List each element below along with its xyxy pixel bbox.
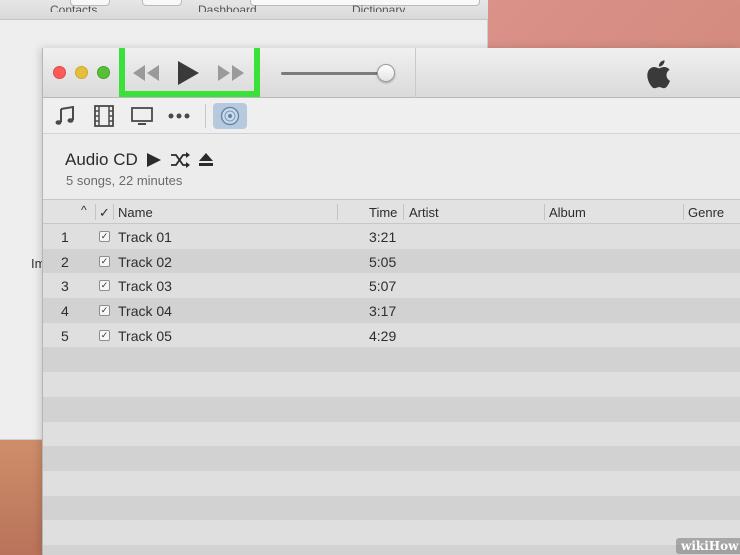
column-divider (544, 204, 545, 220)
watermark-wiki: wiki (681, 539, 709, 553)
shuffle-icon[interactable] (170, 152, 190, 168)
album-summary: 5 songs, 22 minutes (66, 173, 183, 188)
eject-icon[interactable] (198, 152, 214, 168)
column-header-album[interactable]: Album (549, 205, 586, 220)
track-name: Track 05 (118, 327, 172, 344)
cd-icon (220, 106, 240, 126)
play-icon[interactable] (146, 152, 162, 168)
minimize-button[interactable] (75, 66, 88, 79)
column-header-check[interactable]: ✓ (99, 205, 110, 221)
track-number: 4 (61, 303, 69, 320)
table-row[interactable]: 3 ✓ Track 03 5:07 (43, 273, 740, 299)
media-bar-separator (205, 104, 206, 128)
album-header: Audio CD 5 songs, 22 minutes (43, 135, 740, 199)
track-time: 4:29 (369, 327, 397, 344)
track-time: 3:17 (369, 303, 397, 320)
empty-row (43, 347, 740, 373)
track-name: Track 04 (118, 303, 172, 320)
track-time: 5:05 (369, 253, 397, 270)
music-note-icon (55, 105, 74, 125)
track-number: 1 (61, 229, 69, 245)
wikihow-watermark: wikiHow (676, 538, 740, 554)
empty-row (43, 421, 740, 447)
more-icon (168, 113, 190, 119)
background-tab-dictionary[interactable]: Dictionary (352, 4, 405, 12)
track-time: 5:07 (369, 278, 397, 295)
column-divider (403, 204, 404, 220)
empty-row (43, 396, 740, 422)
empty-row (43, 446, 740, 471)
header-title-row: Audio CD (65, 150, 214, 170)
zoom-button[interactable] (97, 66, 110, 79)
empty-row (43, 495, 740, 521)
music-button[interactable] (52, 105, 78, 127)
background-tab-dashboard[interactable]: Dashboard (198, 4, 257, 12)
fast-forward-icon (218, 65, 244, 81)
track-number: 3 (61, 278, 69, 295)
track-checkbox[interactable]: ✓ (99, 231, 110, 242)
tv-button[interactable] (129, 105, 155, 127)
movies-button[interactable] (91, 105, 117, 127)
column-divider (95, 204, 96, 220)
rewind-icon (133, 65, 159, 81)
sort-indicator[interactable]: ^ (81, 203, 87, 217)
table-row[interactable]: 1 ✓ Track 01 3:21 (43, 224, 740, 249)
track-number: 5 (61, 327, 69, 344)
track-name: Track 01 (118, 229, 172, 245)
empty-row (43, 544, 740, 555)
volume-slider-knob[interactable] (377, 64, 395, 82)
track-rows: 1 ✓ Track 01 3:21 2 ✓ Track 02 5:05 3 ✓ … (43, 224, 740, 555)
column-header-time[interactable]: Time (369, 205, 397, 220)
track-table: ^ ✓ Name Time Artist Album Genre 1 ✓ Tra… (43, 199, 740, 555)
film-icon (94, 105, 114, 127)
play-icon (178, 61, 199, 85)
table-row[interactable]: 4 ✓ Track 04 3:17 (43, 298, 740, 323)
volume-slider-track[interactable] (281, 72, 386, 75)
track-name: Track 03 (118, 278, 172, 295)
fast-forward-button[interactable] (216, 63, 246, 83)
column-divider (337, 204, 338, 220)
media-kind-bar (43, 98, 740, 134)
itunes-window: Audio CD 5 songs, 22 minutes ^ ✓ Name Ti… (42, 48, 740, 555)
cd-button[interactable] (213, 103, 247, 129)
column-header-artist[interactable]: Artist (409, 205, 439, 220)
column-header-name[interactable]: Name (118, 205, 153, 220)
lcd-divider (415, 48, 416, 98)
empty-row (43, 520, 740, 545)
table-row[interactable]: 2 ✓ Track 02 5:05 (43, 248, 740, 274)
table-header: ^ ✓ Name Time Artist Album Genre (43, 199, 740, 224)
background-toolbar: Contacts Dashboard Dictionary (0, 0, 488, 20)
track-time: 3:21 (369, 229, 397, 245)
page-title: Audio CD (65, 150, 138, 169)
track-checkbox[interactable]: ✓ (99, 305, 110, 317)
more-button[interactable] (166, 105, 192, 127)
track-name: Track 02 (118, 253, 172, 270)
track-number: 2 (61, 253, 69, 270)
empty-row (43, 372, 740, 397)
empty-row (43, 470, 740, 496)
watermark-how: How (708, 539, 739, 553)
track-checkbox[interactable]: ✓ (99, 329, 110, 341)
track-checkbox[interactable]: ✓ (99, 280, 110, 292)
desktop-background (0, 440, 45, 555)
column-divider (683, 204, 684, 220)
column-header-genre[interactable]: Genre (688, 205, 724, 220)
background-toolbar-button[interactable] (142, 0, 182, 6)
titlebar (43, 48, 740, 98)
column-divider (113, 204, 114, 220)
track-checkbox[interactable]: ✓ (99, 255, 110, 267)
apple-logo-icon (647, 60, 671, 89)
play-button[interactable] (175, 59, 201, 87)
close-button[interactable] (53, 66, 66, 79)
background-tab-contacts[interactable]: Contacts (50, 4, 97, 12)
rewind-button[interactable] (131, 63, 161, 83)
tv-icon (131, 107, 153, 125)
table-row[interactable]: 5 ✓ Track 05 4:29 (43, 322, 740, 348)
